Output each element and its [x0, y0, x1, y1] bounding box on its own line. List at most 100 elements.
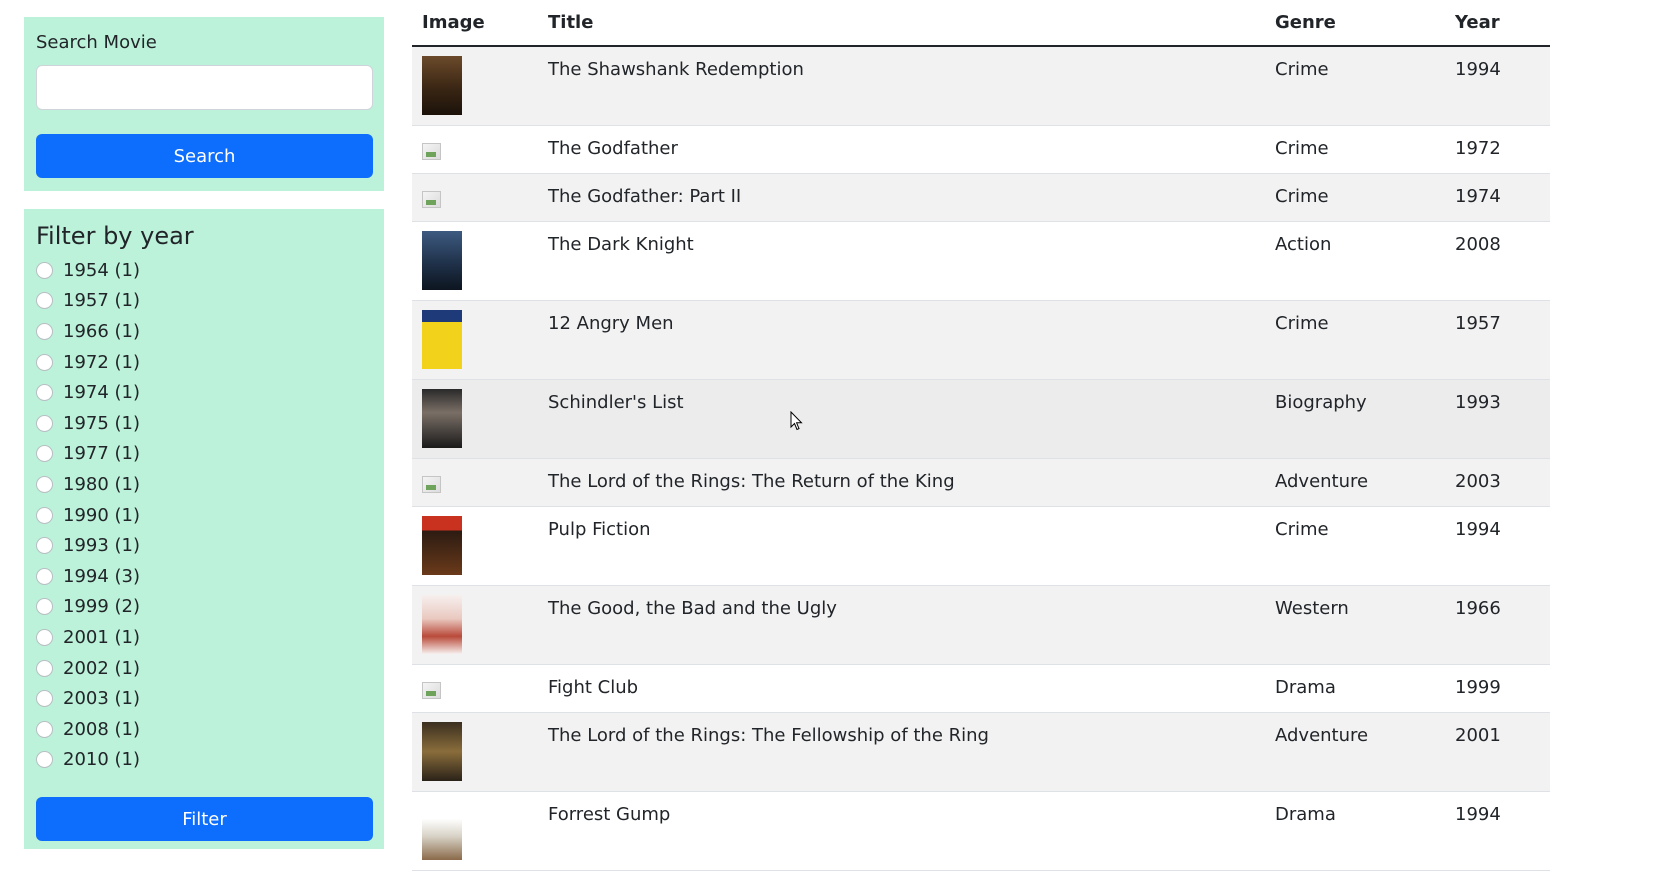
year-filter-label: 1980 (1)	[63, 473, 141, 495]
shawshank-poster	[422, 56, 462, 115]
good-bad-ugly-poster	[422, 594, 462, 654]
year-filter-item[interactable]: 2002 (1)	[36, 653, 372, 684]
year-filter-label: 1990 (1)	[63, 504, 141, 526]
movie-year: 1993	[1445, 379, 1550, 459]
movie-genre: Western	[1265, 585, 1445, 665]
year-filter-item[interactable]: 1994 (3)	[36, 561, 372, 592]
poster-cell	[412, 712, 538, 792]
year-filter-item[interactable]: 1954 (1)	[36, 255, 372, 286]
year-radio[interactable]	[36, 537, 53, 555]
movie-title: The Lord of the Rings: The Return of the…	[538, 458, 1265, 507]
year-radio[interactable]	[36, 506, 53, 524]
search-button[interactable]: Search	[36, 134, 373, 178]
year-filter-label: 2001 (1)	[63, 626, 141, 648]
movie-genre: Crime	[1265, 173, 1445, 222]
table-row[interactable]: The Godfather Crime 1972	[412, 125, 1550, 174]
sidebar: Search Movie Search Filter by year 1954 …	[24, 17, 384, 849]
movie-title: Forrest Gump	[538, 791, 1265, 871]
header-title: Title	[538, 0, 1265, 47]
table-header-row: Image Title Genre Year	[412, 0, 1550, 47]
year-radio[interactable]	[36, 598, 53, 616]
pulp-fiction-poster	[422, 515, 462, 575]
movie-genre: Adventure	[1265, 458, 1445, 507]
broken-image-icon	[422, 681, 441, 699]
movie-table: Image Title Genre Year The Shawshank Red…	[412, 0, 1550, 871]
year-radio[interactable]	[36, 751, 53, 769]
table-row[interactable]: The Dark Knight Action 2008	[412, 221, 1550, 301]
filter-button[interactable]: Filter	[36, 797, 373, 842]
year-radio[interactable]	[36, 475, 53, 493]
movie-title: The Good, the Bad and the Ugly	[538, 585, 1265, 665]
year-radio[interactable]	[36, 414, 53, 432]
year-filter-label: 1999 (2)	[63, 596, 141, 618]
year-filter-label: 2008 (1)	[63, 718, 141, 740]
angry-men-poster	[422, 309, 462, 369]
table-row[interactable]: The Lord of the Rings: The Return of the…	[412, 458, 1550, 507]
year-filter-item[interactable]: 1957 (1)	[36, 286, 372, 317]
table-row[interactable]: The Shawshank Redemption Crime 1994	[412, 46, 1550, 126]
year-radio[interactable]	[36, 720, 53, 738]
year-filter-label: 1972 (1)	[63, 351, 141, 373]
year-filter-item[interactable]: 1990 (1)	[36, 500, 372, 531]
poster-cell	[412, 300, 538, 380]
year-filter-item[interactable]: 2008 (1)	[36, 714, 372, 745]
movie-genre: Drama	[1265, 791, 1445, 871]
year-radio[interactable]	[36, 322, 53, 340]
table-row[interactable]: 12 Angry Men Crime 1957	[412, 300, 1550, 380]
movie-genre: Crime	[1265, 300, 1445, 380]
year-filter-item[interactable]: 1974 (1)	[36, 377, 372, 408]
year-radio[interactable]	[36, 690, 53, 708]
year-filter-item[interactable]: 2003 (1)	[36, 683, 372, 714]
year-radio[interactable]	[36, 261, 53, 279]
year-filter-list: 1954 (1) 1957 (1) 1966 (1) 1972 (1) 1974 (1)…	[36, 255, 372, 775]
table-row[interactable]: The Lord of the Rings: The Fellowship of…	[412, 712, 1550, 792]
year-radio[interactable]	[36, 384, 53, 402]
schindlers-list-poster	[422, 388, 462, 448]
poster-cell	[412, 664, 538, 713]
movie-title: The Shawshank Redemption	[538, 46, 1265, 126]
year-radio[interactable]	[36, 292, 53, 310]
year-radio[interactable]	[36, 445, 53, 463]
table-row[interactable]: Pulp Fiction Crime 1994	[412, 506, 1550, 586]
broken-image-icon	[422, 190, 441, 208]
poster-cell	[412, 458, 538, 507]
movie-year: 1974	[1445, 173, 1550, 222]
year-filter-item[interactable]: 1980 (1)	[36, 469, 372, 500]
movie-genre: Crime	[1265, 125, 1445, 174]
movie-year: 2003	[1445, 458, 1550, 507]
year-filter-item[interactable]: 1999 (2)	[36, 592, 372, 623]
dark-knight-poster	[422, 230, 462, 290]
table-row[interactable]: The Godfather: Part II Crime 1974	[412, 173, 1550, 222]
year-filter-item[interactable]: 1972 (1)	[36, 347, 372, 378]
movie-year: 1966	[1445, 585, 1550, 665]
year-filter-item[interactable]: 2010 (1)	[36, 745, 372, 776]
movie-genre: Biography	[1265, 379, 1445, 459]
forrest-gump-poster	[422, 800, 462, 860]
movie-year: 2008	[1445, 221, 1550, 301]
movie-title: The Lord of the Rings: The Fellowship of…	[538, 712, 1265, 792]
year-radio[interactable]	[36, 628, 53, 646]
broken-image-icon	[422, 142, 441, 160]
table-row[interactable]: The Good, the Bad and the Ugly Western 196…	[412, 585, 1550, 665]
year-filter-label: 1977 (1)	[63, 443, 141, 465]
year-filter-item[interactable]: 1993 (1)	[36, 530, 372, 561]
year-filter-item[interactable]: 1966 (1)	[36, 316, 372, 347]
movie-year: 1957	[1445, 300, 1550, 380]
search-label: Search Movie	[36, 32, 157, 53]
movie-table-body: The Shawshank Redemption Crime 1994 The God…	[412, 46, 1550, 871]
year-filter-label: 1994 (3)	[63, 565, 141, 587]
search-input[interactable]	[36, 65, 373, 110]
table-row[interactable]: Forrest Gump Drama 1994	[412, 791, 1550, 871]
table-row[interactable]: Fight Club Drama 1999	[412, 664, 1550, 713]
poster-cell	[412, 46, 538, 126]
year-radio[interactable]	[36, 567, 53, 585]
year-radio[interactable]	[36, 353, 53, 371]
year-filter-label: 1966 (1)	[63, 320, 141, 342]
movie-title: 12 Angry Men	[538, 300, 1265, 380]
year-radio[interactable]	[36, 659, 53, 677]
year-filter-item[interactable]: 1975 (1)	[36, 408, 372, 439]
year-filter-item[interactable]: 2001 (1)	[36, 622, 372, 653]
year-filter-item[interactable]: 1977 (1)	[36, 439, 372, 470]
poster-cell	[412, 379, 538, 459]
table-row[interactable]: Schindler's List Biography 1993	[412, 379, 1550, 459]
